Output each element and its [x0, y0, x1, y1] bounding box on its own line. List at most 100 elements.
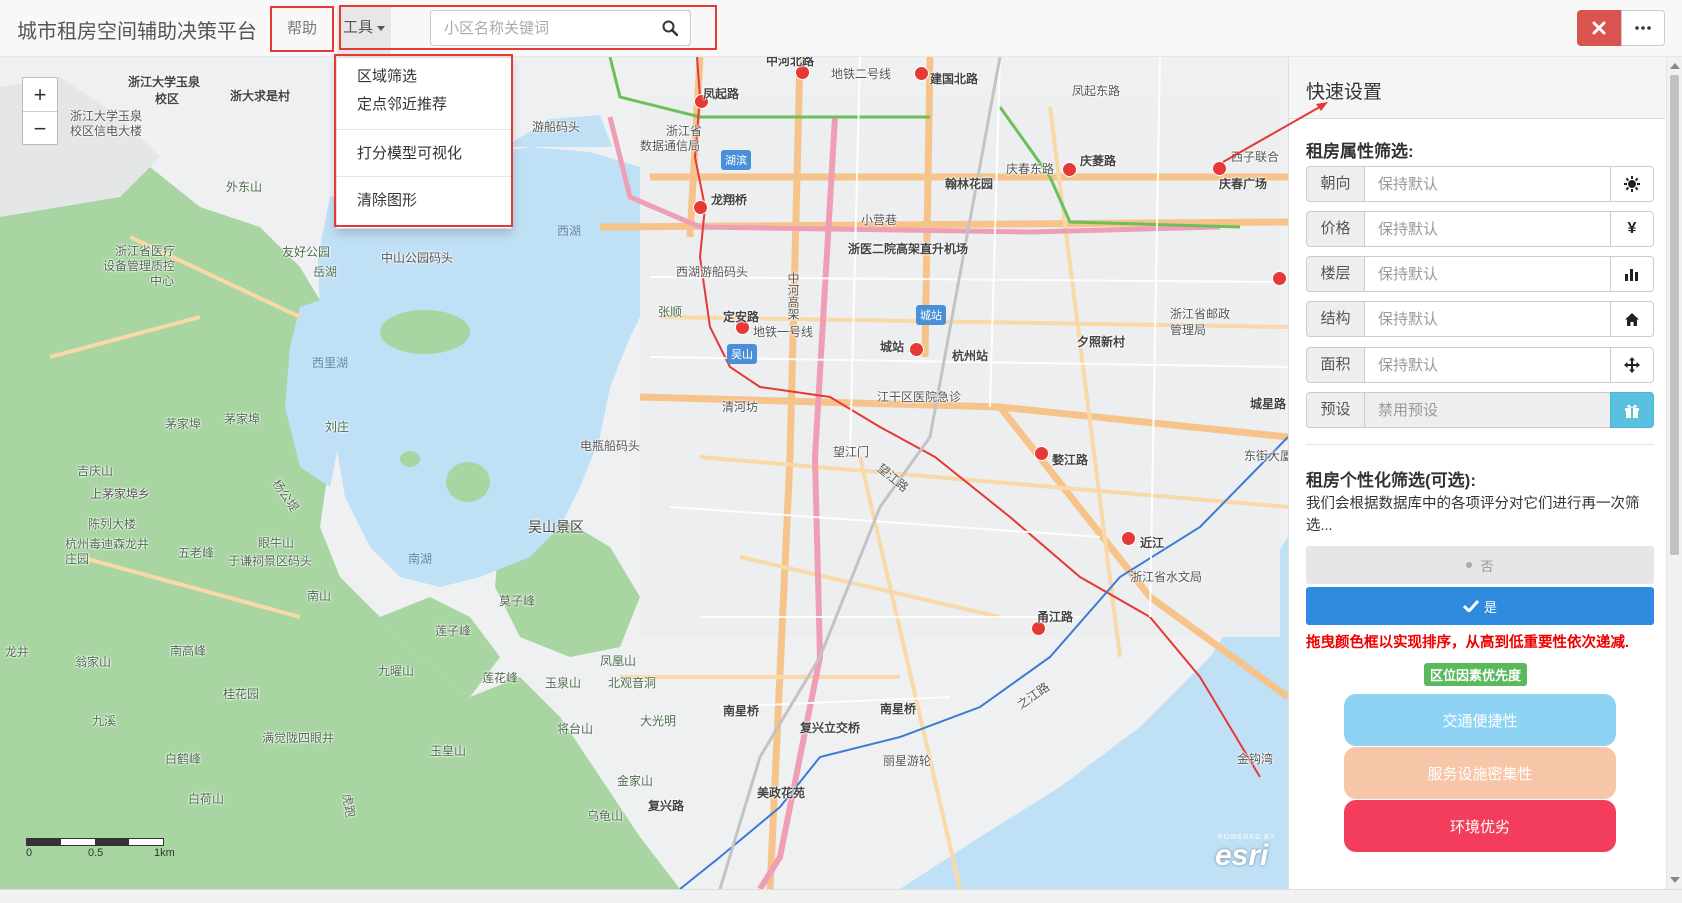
- map-label: 莫子峰: [499, 594, 536, 608]
- preset-button[interactable]: [1610, 392, 1654, 428]
- map-label: 杭州站: [952, 349, 989, 363]
- nav-help[interactable]: 帮助: [270, 6, 334, 52]
- factor-transport[interactable]: 交通便捷性: [1344, 694, 1616, 746]
- scale-label: 0: [26, 847, 33, 859]
- map-label: 眼牛山: [258, 536, 295, 550]
- menu-item-clear-graphics[interactable]: 清除图形: [357, 189, 417, 210]
- structure-input[interactable]: [1364, 301, 1611, 337]
- map-label: 庆春广场: [1219, 177, 1268, 191]
- floor-input[interactable]: [1364, 256, 1611, 292]
- toggle-yes-label: 是: [1483, 599, 1497, 615]
- map-label: 美政花苑: [757, 786, 806, 800]
- scale-bar: [26, 838, 164, 846]
- scroll-up-icon[interactable]: [1670, 63, 1680, 69]
- map-label: 东街大厦: [1244, 449, 1288, 463]
- zoom-out-button[interactable]: −: [23, 111, 57, 145]
- nav-tools-dropdown[interactable]: 工具: [337, 6, 391, 56]
- map-label: 浙江大学玉泉: [128, 75, 201, 89]
- map-label: 浙江省水文局: [1130, 570, 1203, 584]
- map-label: 游船码头: [532, 120, 581, 134]
- tools-dropdown-menu: 区域筛选 定点邻近推荐 打分模型可视化 清除图形: [336, 57, 512, 229]
- floor-button[interactable]: [1610, 256, 1654, 292]
- search-button[interactable]: [649, 10, 691, 46]
- menu-divider: [337, 176, 511, 177]
- gift-icon: [1625, 404, 1639, 418]
- map-label: 南山: [307, 589, 332, 603]
- menu-item-area-filter[interactable]: 区域筛选: [357, 65, 417, 86]
- orientation-button[interactable]: [1610, 166, 1654, 202]
- filter-row-price: 价格 ¥: [1306, 211, 1654, 247]
- attr-filter-title: 租房属性筛选:: [1306, 142, 1414, 161]
- filter-label: 面积: [1306, 347, 1365, 383]
- map-label: 玉泉山: [545, 676, 582, 690]
- map-label: 管理局: [1170, 323, 1207, 337]
- map-label: 江干区医院急诊: [877, 390, 962, 404]
- filter-row-structure: 结构: [1306, 301, 1654, 337]
- factor-environment[interactable]: 环境优劣: [1344, 800, 1616, 852]
- zoom-in-button[interactable]: +: [23, 78, 57, 111]
- map-label: 吴山景区: [528, 519, 584, 535]
- metro-station-icon: [1034, 446, 1049, 461]
- scroll-down-icon[interactable]: [1670, 877, 1680, 883]
- map-view[interactable]: 浙江大学玉泉 校区 浙江大学玉泉 校区信电大楼 浙大求是村 外东山 浙江省医疗 …: [0, 57, 1288, 889]
- toggle-no-button[interactable]: 否: [1306, 546, 1654, 584]
- map-label: 校区信电大楼: [70, 124, 143, 138]
- app-title[interactable]: 城市租房空间辅助决策平台: [17, 15, 257, 44]
- map-label: 庆菱路: [1080, 154, 1117, 168]
- menu-item-nearby-recommend[interactable]: 定点邻近推荐: [357, 93, 447, 114]
- filter-row-area: 面积: [1306, 347, 1654, 383]
- home-icon: [1625, 312, 1639, 326]
- map-label: 翰林花园: [945, 177, 994, 191]
- quick-settings-panel: 快速设置 租房属性筛选: 朝向 价格 ¥ 楼层: [1288, 57, 1666, 889]
- map-label: 浙大求是村: [230, 89, 291, 103]
- more-button[interactable]: [1621, 10, 1665, 46]
- map-label: 于谦祠景区码头: [228, 554, 313, 568]
- scale-label: 0.5: [88, 847, 104, 859]
- map-label: 乌龟山: [587, 809, 624, 823]
- map-label: 望江门: [833, 445, 870, 459]
- map-label: 南高峰: [170, 644, 207, 658]
- toggle-yes-button[interactable]: 是: [1306, 587, 1654, 625]
- personal-filter-title: 租房个性化筛选(可选):: [1306, 471, 1476, 490]
- map-label: 龙井: [5, 645, 30, 659]
- structure-button[interactable]: [1610, 301, 1654, 337]
- map-label: 将台山: [557, 722, 594, 736]
- move-icon: [1624, 357, 1640, 373]
- map-label: 玉皇山: [430, 744, 467, 758]
- bar-chart-icon: [1625, 269, 1638, 281]
- map-label: 岳湖: [313, 265, 338, 279]
- price-button[interactable]: ¥: [1610, 211, 1654, 247]
- close-button[interactable]: [1577, 10, 1621, 46]
- map-label: 建国北路: [930, 72, 979, 86]
- map-label: 中河北路: [766, 57, 815, 68]
- sort-warning-text: 拖曳颜色框以实现排序，从高到低重要性依次递减.: [1306, 635, 1630, 651]
- section-divider: [1306, 444, 1654, 445]
- factor-facilities[interactable]: 服务设施密集性: [1344, 747, 1616, 799]
- map-label: 婺江路: [1052, 453, 1089, 467]
- price-input[interactable]: [1364, 211, 1611, 247]
- orientation-input[interactable]: [1364, 166, 1611, 202]
- map-label: 复兴路: [648, 799, 685, 813]
- map-label: 丽星游轮: [883, 754, 932, 768]
- map-label: 五老峰: [178, 546, 215, 560]
- personal-filter-desc: 我们会根据数据库中的各项评分对它们进行再一次筛选...: [1306, 496, 1640, 534]
- vertical-scrollbar[interactable]: [1666, 57, 1682, 889]
- map-label: 西里湖: [312, 356, 349, 370]
- horizontal-scrollbar[interactable]: [0, 889, 1682, 903]
- map-label: 庄园: [65, 552, 90, 566]
- map-label: 西子联合: [1231, 150, 1280, 164]
- map-label: 近江: [1140, 536, 1165, 550]
- map-label: 九溪: [92, 714, 117, 728]
- area-input[interactable]: [1364, 347, 1611, 383]
- map-label: 金家山: [617, 774, 654, 788]
- map-label: 浙医二院高架直升机场: [848, 242, 969, 256]
- map-label: 西湖: [557, 224, 582, 238]
- scroll-thumb[interactable]: [1670, 75, 1679, 555]
- area-button[interactable]: [1610, 347, 1654, 383]
- map-label: 城站: [880, 340, 905, 354]
- map-label: 桂花园: [223, 687, 260, 701]
- menu-item-score-visualize[interactable]: 打分模型可视化: [357, 142, 462, 163]
- map-label: 莲花峰: [482, 671, 519, 685]
- map-label: 清河坊: [722, 400, 759, 414]
- map-label: 数据通信局: [640, 139, 701, 153]
